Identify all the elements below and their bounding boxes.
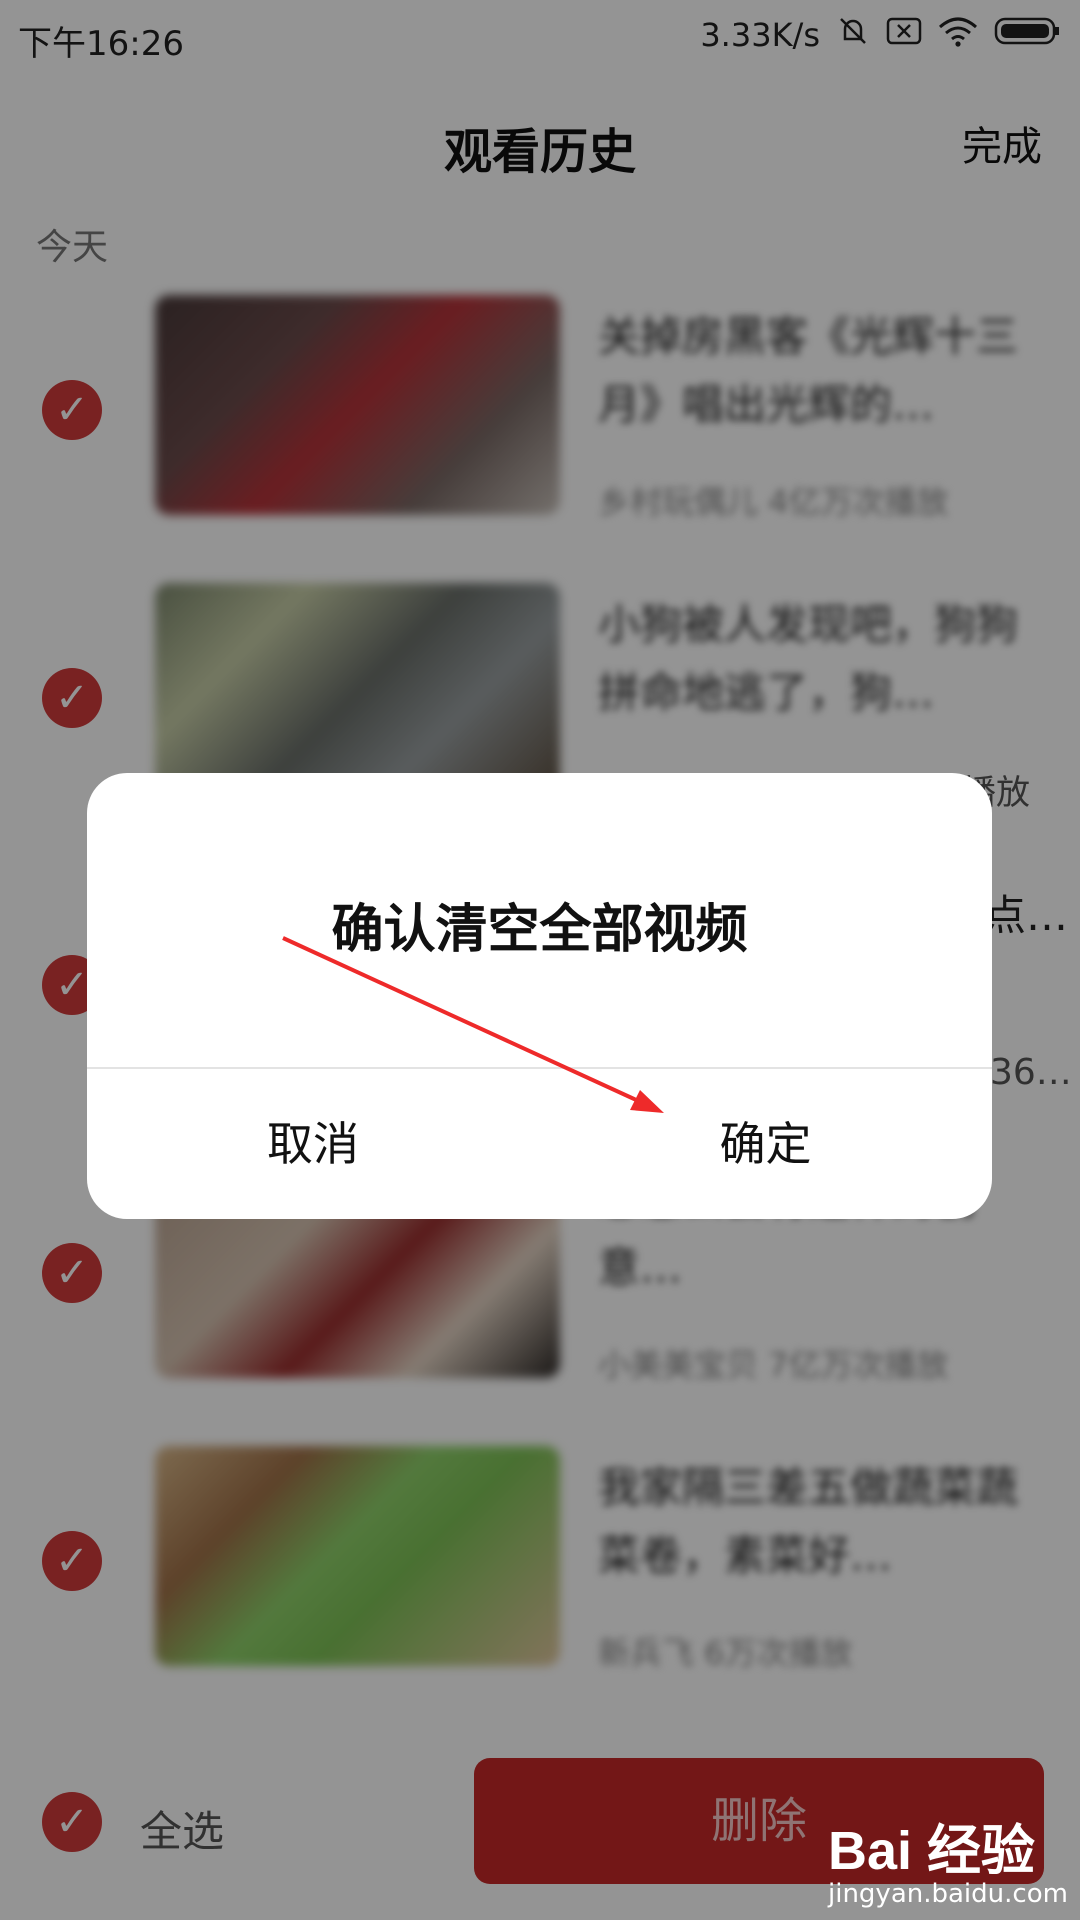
confirm-dialog: 确认清空全部视频 取消 确定 bbox=[87, 773, 992, 1219]
confirm-button[interactable]: 确定 bbox=[539, 1069, 992, 1219]
baidu-logo: Bai 经验 bbox=[828, 1821, 1036, 1881]
dialog-title: 确认清空全部视频 bbox=[331, 900, 748, 960]
app-screen: 下午16:26 3.33K/s 观看历史 完成 今天 ✓ 关掉房黑客《光辉十三月… bbox=[0, 0, 1080, 1920]
baidu-watermark: Bai 经验 jingyan.baidu.com bbox=[828, 1806, 1068, 1909]
watermark-site: jingyan.baidu.com bbox=[828, 1879, 1068, 1909]
cancel-button[interactable]: 取消 bbox=[87, 1069, 539, 1219]
